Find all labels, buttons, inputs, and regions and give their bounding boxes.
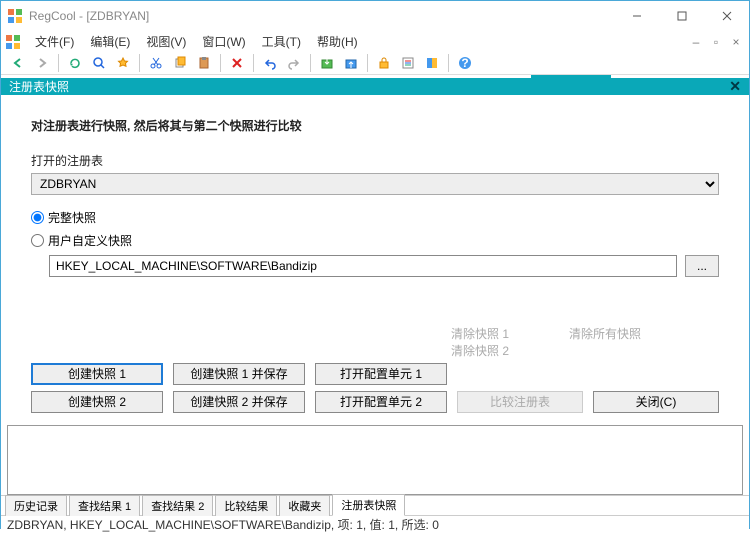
tab-search-2[interactable]: 查找结果 2	[142, 495, 213, 516]
minimize-button[interactable]	[614, 1, 659, 31]
app-icon-small	[5, 34, 21, 50]
window-title: RegCool - [ZDBRYAN]	[29, 9, 614, 23]
radio-full-snapshot[interactable]	[31, 211, 44, 224]
output-area	[7, 425, 743, 495]
open-hive-1-button[interactable]: 打开配置单元 1	[315, 363, 447, 385]
app-icon	[7, 8, 23, 24]
panel-close-icon[interactable]: ✕	[729, 78, 741, 95]
tab-search-1[interactable]: 查找结果 1	[69, 495, 140, 516]
compare-icon[interactable]	[421, 52, 443, 74]
delete-icon[interactable]	[226, 52, 248, 74]
browse-button[interactable]: ...	[685, 255, 719, 277]
menu-window[interactable]: 窗口(W)	[196, 31, 251, 52]
clear-snapshot-2-label: 清除快照 2	[451, 342, 509, 359]
compare-registry-button[interactable]: 比较注册表	[457, 391, 583, 413]
panel-description: 对注册表进行快照, 然后将其与第二个快照进行比较	[31, 117, 719, 134]
permissions-icon[interactable]	[373, 52, 395, 74]
panel-title: 注册表快照	[9, 78, 69, 95]
custom-path-input[interactable]	[49, 255, 677, 277]
cut-icon[interactable]	[145, 52, 167, 74]
create-snapshot-2-save-button[interactable]: 创建快照 2 并保存	[173, 391, 305, 413]
status-text: ZDBRYAN, HKEY_LOCAL_MACHINE\SOFTWARE\Ban…	[7, 516, 439, 533]
create-snapshot-1-save-button[interactable]: 创建快照 1 并保存	[173, 363, 305, 385]
menu-file[interactable]: 文件(F)	[29, 31, 80, 52]
menu-tools[interactable]: 工具(T)	[256, 31, 307, 52]
disabled-clear-labels: 清除快照 1 清除快照 2 清除所有快照	[451, 325, 719, 359]
mdi-controls: – ▫ ×	[687, 35, 745, 49]
open-registry-label: 打开的注册表	[31, 152, 719, 169]
window-controls	[614, 1, 749, 31]
tab-history[interactable]: 历史记录	[5, 495, 67, 516]
export-icon[interactable]	[316, 52, 338, 74]
open-hive-2-button[interactable]: 打开配置单元 2	[315, 391, 447, 413]
properties-icon[interactable]	[397, 52, 419, 74]
clear-all-label: 清除所有快照	[569, 325, 641, 359]
maximize-button[interactable]	[659, 1, 704, 31]
menu-edit[interactable]: 编辑(E)	[84, 31, 136, 52]
paste-icon[interactable]	[193, 52, 215, 74]
panel-body: 对注册表进行快照, 然后将其与第二个快照进行比较 打开的注册表 ZDBRYAN …	[1, 95, 749, 421]
statusbar: ZDBRYAN, HKEY_LOCAL_MACHINE\SOFTWARE\Ban…	[1, 515, 749, 533]
tab-favorites[interactable]: 收藏夹	[279, 495, 330, 516]
registry-select[interactable]: ZDBRYAN	[31, 173, 719, 195]
close-panel-button[interactable]: 关闭(C)	[593, 391, 719, 413]
titlebar: RegCool - [ZDBRYAN]	[1, 1, 749, 31]
panel-header: 注册表快照 ✕	[1, 78, 749, 95]
clear-snapshot-1-label: 清除快照 1	[451, 325, 509, 342]
mdi-close[interactable]: ×	[727, 35, 745, 49]
help-icon[interactable]: ?	[454, 52, 476, 74]
close-button[interactable]	[704, 1, 749, 31]
mdi-restore[interactable]: ▫	[707, 35, 725, 49]
favorite-icon[interactable]	[112, 52, 134, 74]
menu-view[interactable]: 视图(V)	[140, 31, 192, 52]
menu-help[interactable]: 帮助(H)	[311, 31, 364, 52]
refresh-icon[interactable]	[64, 52, 86, 74]
button-grid: 创建快照 1 创建快照 1 并保存 打开配置单元 1 创建快照 2 创建快照 2…	[31, 363, 719, 413]
radio-custom-label: 用户自定义快照	[48, 232, 132, 249]
toolbar: ?	[1, 52, 749, 75]
radio-custom-snapshot[interactable]	[31, 234, 44, 247]
mdi-minimize[interactable]: –	[687, 35, 705, 49]
create-snapshot-1-button[interactable]: 创建快照 1	[31, 363, 163, 385]
nav-forward-icon[interactable]	[31, 52, 53, 74]
tab-registry-snapshot[interactable]: 注册表快照	[332, 494, 405, 516]
import-icon[interactable]	[340, 52, 362, 74]
redo-icon[interactable]	[283, 52, 305, 74]
nav-back-icon[interactable]	[7, 52, 29, 74]
tab-compare-results[interactable]: 比较结果	[215, 495, 277, 516]
copy-icon[interactable]	[169, 52, 191, 74]
menubar: 文件(F) 编辑(E) 视图(V) 窗口(W) 工具(T) 帮助(H) – ▫ …	[1, 31, 749, 52]
create-snapshot-2-button[interactable]: 创建快照 2	[31, 391, 163, 413]
undo-icon[interactable]	[259, 52, 281, 74]
find-icon[interactable]	[88, 52, 110, 74]
bottom-tabs: 历史记录 查找结果 1 查找结果 2 比较结果 收藏夹 注册表快照	[1, 495, 749, 515]
radio-full-label: 完整快照	[48, 209, 96, 226]
svg-text:?: ?	[461, 56, 468, 70]
